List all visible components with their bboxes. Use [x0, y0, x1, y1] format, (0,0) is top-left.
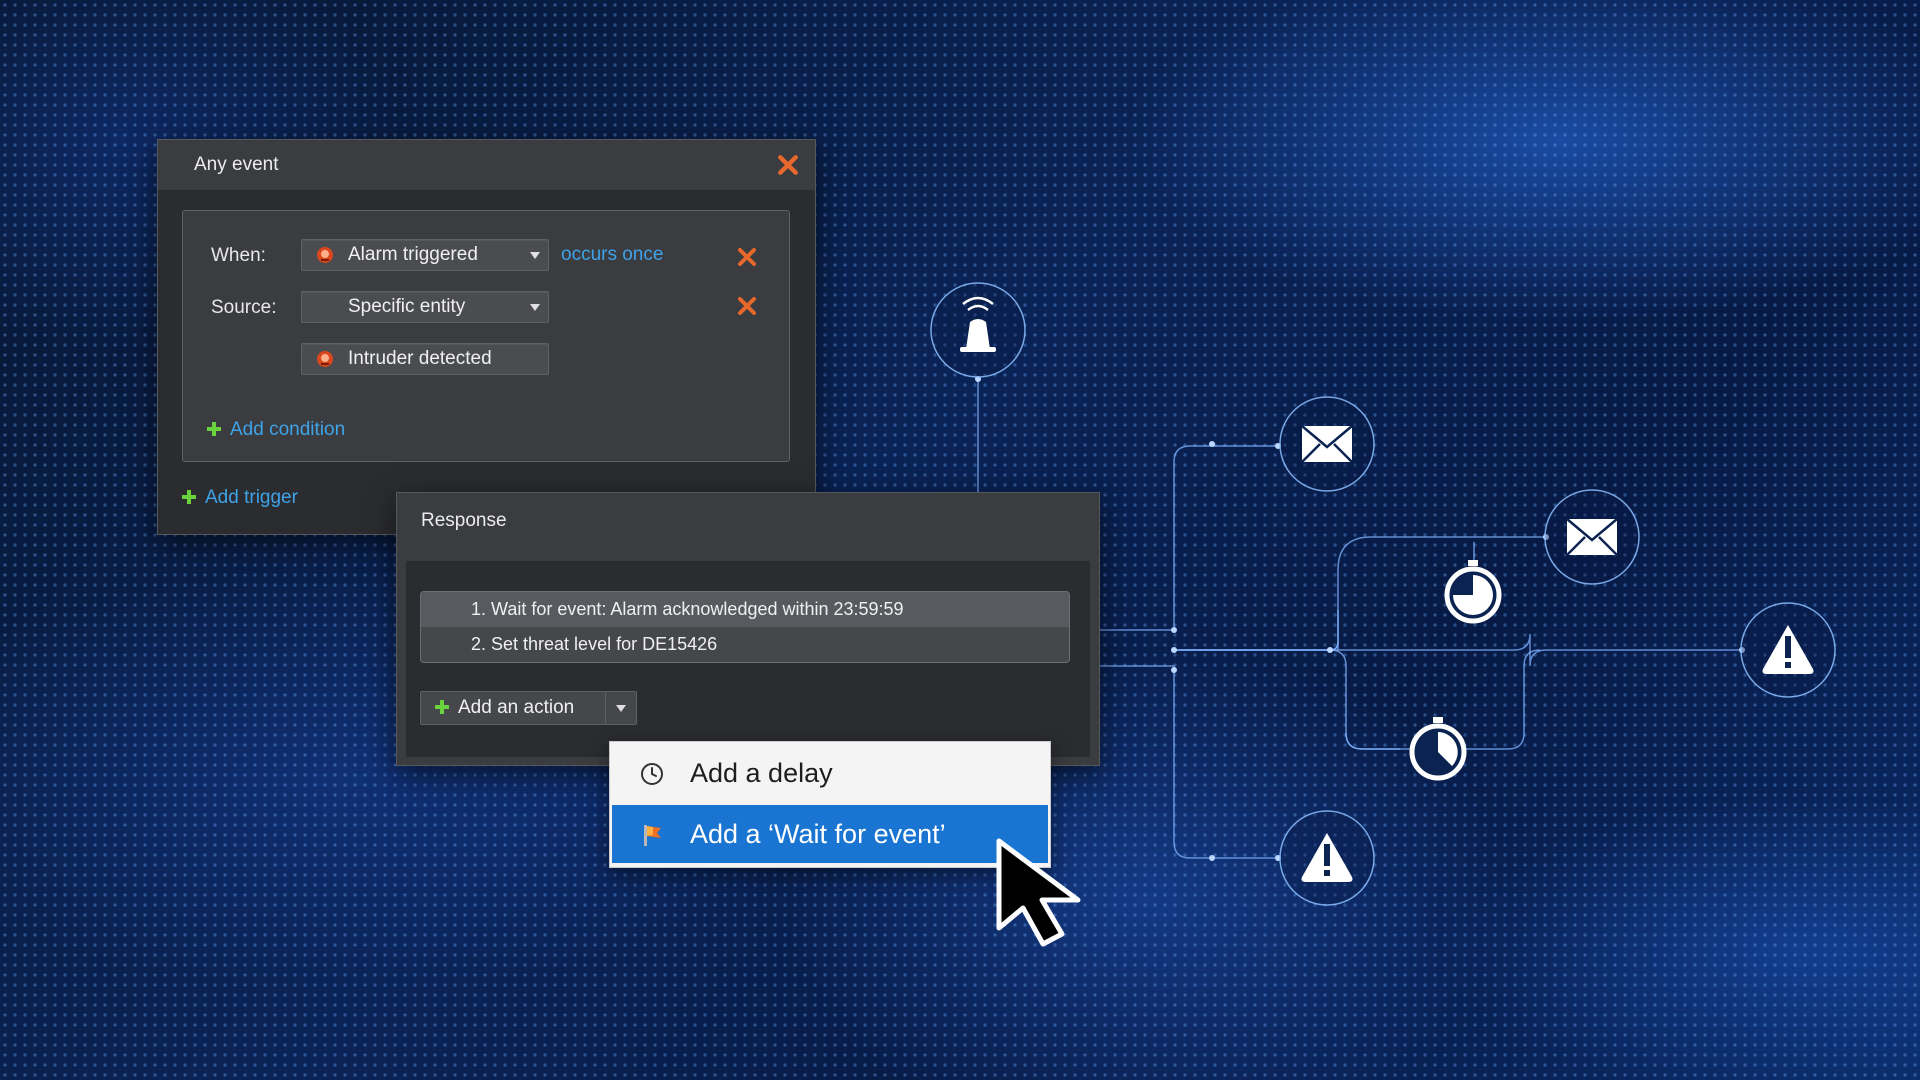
response-window-title: Response — [397, 493, 1099, 559]
entity-selector[interactable]: Intruder detected — [301, 343, 549, 375]
menu-item-add-wait-for-event[interactable]: Add a ‘Wait for event’ — [612, 805, 1048, 863]
add-action-label: Add an action — [458, 697, 575, 718]
add-trigger-label: Add trigger — [205, 487, 298, 508]
chevron-down-icon — [616, 705, 626, 712]
response-window-body: 1. Wait for event: Alarm acknowledged wi… — [406, 561, 1090, 757]
remove-source-icon[interactable] — [737, 296, 757, 316]
chevron-down-icon — [530, 252, 540, 259]
action-item[interactable]: 2. Set threat level for DE15426 — [421, 627, 1069, 662]
remove-when-icon[interactable] — [737, 247, 757, 267]
add-condition-label: Add condition — [230, 419, 346, 440]
stopwatch-icon — [1409, 717, 1467, 781]
add-action-button[interactable]: Add an action — [420, 691, 637, 725]
add-trigger-link[interactable]: Add trigger — [182, 487, 298, 509]
action-item[interactable]: 1. Wait for event: Alarm acknowledged wi… — [421, 592, 1069, 627]
add-condition-link[interactable]: Add condition — [207, 419, 345, 441]
mail-icon — [1566, 518, 1618, 556]
menu-item-add-delay[interactable]: Add a delay — [612, 744, 1048, 802]
source-value: Specific entity — [348, 296, 466, 317]
source-dropdown[interactable]: Specific entity — [301, 291, 549, 323]
alarm-icon — [317, 247, 333, 263]
source-label: Source: — [211, 297, 277, 318]
menu-item-label: Add a ‘Wait for event’ — [690, 819, 946, 849]
clock-icon — [641, 763, 663, 785]
event-window: Any event When: Alarm triggered occurs o… — [157, 139, 816, 535]
trigger-box: When: Alarm triggered occurs once Source… — [182, 210, 790, 462]
when-label: When: — [211, 245, 266, 266]
plus-icon — [182, 490, 196, 504]
event-window-title: Any event — [158, 140, 815, 190]
when-value: Alarm triggered — [348, 244, 478, 265]
action-menu: Add a delay Add a ‘Wait for event’ — [609, 741, 1051, 868]
menu-item-label: Add a delay — [690, 758, 833, 788]
flag-icon — [644, 825, 661, 846]
mouse-cursor-icon — [996, 838, 1081, 947]
add-action-dropdown-toggle[interactable] — [605, 692, 636, 724]
action-list: 1. Wait for event: Alarm acknowledged wi… — [420, 591, 1070, 663]
occurs-link[interactable]: occurs once — [561, 244, 663, 266]
response-window: Response 1. Wait for event: Alarm acknow… — [396, 492, 1100, 766]
add-action-main[interactable]: Add an action — [435, 692, 574, 724]
mail-icon — [1301, 425, 1353, 463]
when-dropdown[interactable]: Alarm triggered — [301, 239, 549, 271]
plus-icon — [435, 700, 449, 714]
chevron-down-icon — [530, 304, 540, 311]
close-icon[interactable] — [777, 154, 799, 176]
alarm-icon — [317, 351, 333, 367]
stopwatch-icon — [1444, 560, 1502, 624]
plus-icon — [207, 422, 221, 436]
entity-value: Intruder detected — [348, 348, 492, 369]
event-window-body: When: Alarm triggered occurs once Source… — [158, 190, 815, 534]
